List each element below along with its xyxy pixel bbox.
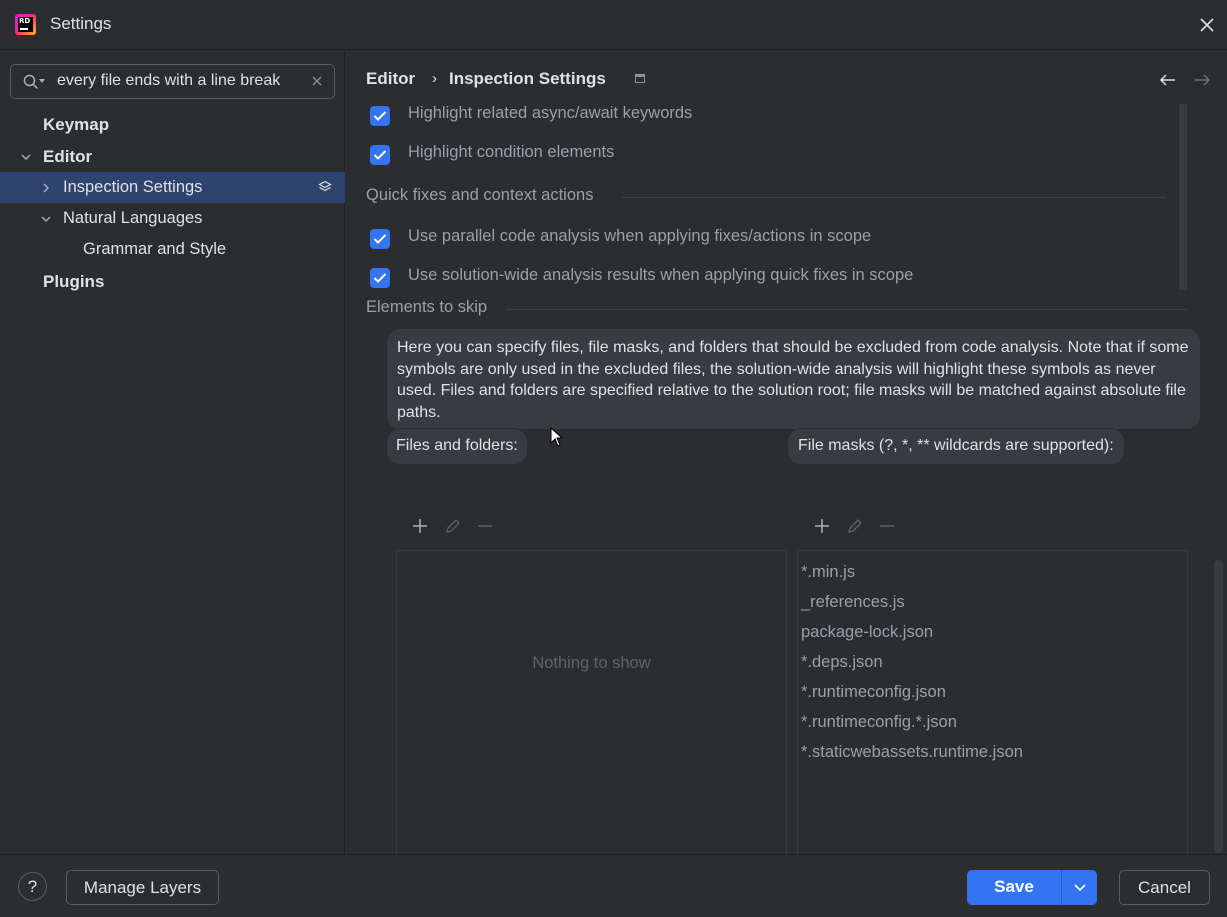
checkbox[interactable]	[370, 268, 390, 288]
file-masks-list[interactable]: *.min.js _references.js package-lock.jso…	[797, 550, 1188, 854]
settings-main-panel: Editor › Inspection Settings Highlight r…	[346, 51, 1227, 854]
search-icon[interactable]	[23, 74, 39, 90]
checkbox[interactable]	[370, 106, 390, 126]
forward-arrow-icon[interactable]	[1193, 73, 1211, 87]
chevron-down-icon[interactable]	[40, 213, 52, 225]
checkbox-label: Use solution-wide analysis results when …	[408, 266, 914, 284]
sidebar-item-editor[interactable]: Editor	[0, 141, 345, 172]
checkbox-label: Highlight condition elements	[408, 143, 615, 161]
checkbox-label: Highlight related async/await keywords	[408, 104, 693, 122]
list-item[interactable]: package-lock.json	[801, 623, 933, 642]
options-scrollbar[interactable]	[1179, 104, 1187, 290]
rider-logo-icon: RD	[15, 14, 36, 35]
section-divider	[622, 197, 1166, 198]
checkmark-icon	[373, 111, 387, 121]
save-options-dropdown[interactable]	[1061, 870, 1097, 905]
window-layout-icon	[635, 74, 645, 83]
breadcrumb-editor[interactable]: Editor	[366, 69, 415, 89]
dialog-footer: ? Manage Layers Save Cancel	[0, 854, 1227, 917]
checkmark-icon	[373, 150, 387, 160]
add-file-icon[interactable]	[412, 518, 428, 534]
list-item[interactable]: *.min.js	[801, 563, 855, 582]
settings-search-field[interactable]: every file ends with a line break	[10, 64, 335, 99]
breadcrumb: Editor › Inspection Settings	[346, 51, 1227, 104]
chevron-down-icon[interactable]	[20, 151, 32, 163]
add-mask-icon[interactable]	[814, 518, 830, 534]
section-title-quick-fixes: Quick fixes and context actions	[366, 186, 594, 204]
sidebar-item-label: Grammar and Style	[83, 240, 227, 258]
elements-to-skip-description: Here you can specify files, file masks, …	[386, 328, 1201, 430]
back-arrow-icon[interactable]	[1159, 73, 1177, 87]
help-button[interactable]: ?	[18, 872, 47, 901]
remove-mask-icon[interactable]	[879, 518, 895, 534]
inspection-settings-content: Highlight related async/await keywords H…	[346, 104, 1227, 854]
sidebar-item-label: Natural Languages	[63, 209, 203, 227]
layers-icon	[318, 180, 332, 192]
title-bar: RD Settings	[0, 0, 1227, 50]
sidebar-item-label: Keymap	[43, 115, 110, 134]
list-item[interactable]: *.runtimeconfig.*.json	[801, 713, 957, 732]
clear-search-icon[interactable]	[309, 73, 325, 89]
search-input[interactable]: every file ends with a line break	[57, 72, 305, 92]
page-title: Inspection Settings	[449, 69, 606, 88]
edit-mask-icon[interactable]	[847, 518, 863, 534]
list-item[interactable]: _references.js	[801, 593, 905, 612]
files-and-folders-label: Files and folders:	[386, 428, 528, 465]
window-title: Settings	[50, 14, 112, 33]
section-divider	[506, 309, 1187, 310]
checkbox[interactable]	[370, 145, 390, 165]
sidebar-item-label: Editor	[43, 147, 93, 166]
mouse-cursor-icon	[550, 427, 564, 447]
breadcrumb-separator: ›	[432, 70, 437, 87]
section-title-elements-to-skip: Elements to skip	[366, 298, 488, 316]
search-history-chevron-icon[interactable]	[39, 79, 45, 83]
cancel-button[interactable]: Cancel	[1119, 870, 1210, 905]
file-masks-label: File masks (?, *, ** wildcards are suppo…	[787, 428, 1125, 465]
sidebar-item-keymap[interactable]: Keymap	[0, 109, 345, 140]
list-item[interactable]: *.staticwebassets.runtime.json	[801, 743, 1023, 762]
empty-list-text: Nothing to show	[532, 654, 651, 672]
close-icon[interactable]	[1196, 14, 1218, 36]
list-item[interactable]: *.runtimeconfig.json	[801, 683, 946, 702]
settings-sidebar: every file ends with a line break Keymap…	[0, 51, 345, 854]
settings-window: RD Settings every file ends with a line …	[0, 0, 1227, 917]
manage-layers-button[interactable]: Manage Layers	[66, 870, 219, 905]
chevron-down-icon	[1074, 884, 1086, 892]
checkmark-icon	[373, 273, 387, 283]
sidebar-item-natural-languages[interactable]: Natural Languages	[0, 203, 345, 234]
checkbox[interactable]	[370, 229, 390, 249]
main-scrollbar[interactable]	[1214, 560, 1223, 853]
remove-file-icon[interactable]	[477, 518, 493, 534]
sidebar-item-label: Inspection Settings	[63, 178, 203, 196]
sidebar-item-inspection-settings[interactable]: Inspection Settings	[0, 172, 345, 203]
chevron-right-icon[interactable]	[40, 182, 52, 194]
checkbox-label: Use parallel code analysis when applying…	[408, 227, 872, 245]
save-button[interactable]: Save	[967, 870, 1061, 905]
sidebar-item-grammar-and-style[interactable]: Grammar and Style	[0, 234, 345, 265]
sidebar-item-plugins[interactable]: Plugins	[0, 266, 345, 297]
list-item[interactable]: *.deps.json	[801, 653, 883, 672]
checkmark-icon	[373, 234, 387, 244]
edit-file-icon[interactable]	[445, 518, 461, 534]
files-and-folders-list[interactable]: Nothing to show	[396, 550, 787, 854]
sidebar-item-label: Plugins	[43, 272, 105, 291]
